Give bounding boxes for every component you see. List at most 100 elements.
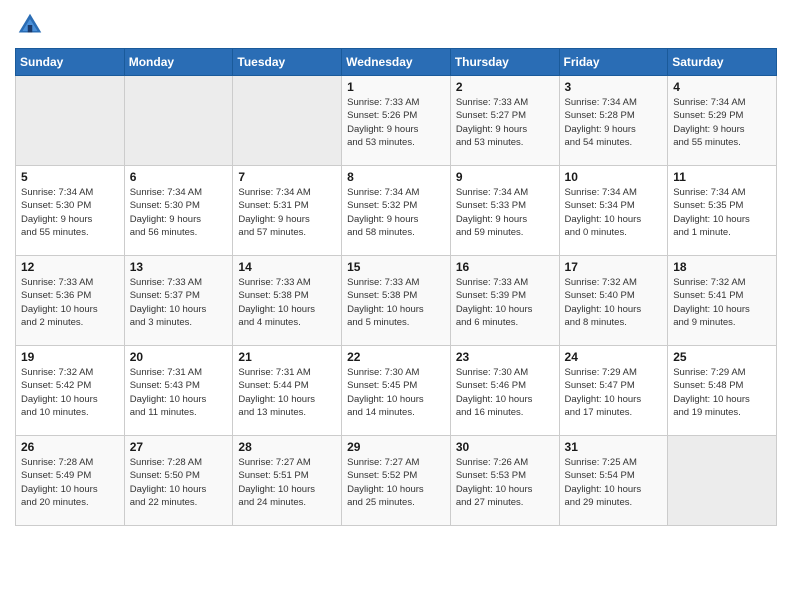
calendar-day-cell: 11 Sunrise: 7:34 AM Sunset: 5:35 PM Dayli… bbox=[668, 166, 777, 256]
day-number: 6 bbox=[130, 170, 228, 184]
day-info: Sunrise: 7:28 AM Sunset: 5:49 PM Dayligh… bbox=[21, 456, 119, 509]
day-number: 21 bbox=[238, 350, 336, 364]
day-number: 4 bbox=[673, 80, 771, 94]
day-number: 16 bbox=[456, 260, 554, 274]
calendar-day-cell: 9 Sunrise: 7:34 AM Sunset: 5:33 PM Daylig… bbox=[450, 166, 559, 256]
weekday-header: Thursday bbox=[450, 49, 559, 76]
day-info: Sunrise: 7:33 AM Sunset: 5:27 PM Dayligh… bbox=[456, 96, 554, 149]
logo bbox=[15, 10, 49, 40]
calendar-day-cell: 26 Sunrise: 7:28 AM Sunset: 5:49 PM Dayli… bbox=[16, 436, 125, 526]
calendar-week-row: 12 Sunrise: 7:33 AM Sunset: 5:36 PM Dayli… bbox=[16, 256, 777, 346]
day-number: 28 bbox=[238, 440, 336, 454]
weekday-header: Sunday bbox=[16, 49, 125, 76]
day-number: 11 bbox=[673, 170, 771, 184]
day-number: 20 bbox=[130, 350, 228, 364]
day-number: 12 bbox=[21, 260, 119, 274]
day-number: 14 bbox=[238, 260, 336, 274]
calendar-day-cell: 28 Sunrise: 7:27 AM Sunset: 5:51 PM Dayli… bbox=[233, 436, 342, 526]
weekday-header: Wednesday bbox=[342, 49, 451, 76]
day-number: 10 bbox=[565, 170, 663, 184]
calendar-day-cell: 12 Sunrise: 7:33 AM Sunset: 5:36 PM Dayli… bbox=[16, 256, 125, 346]
day-number: 2 bbox=[456, 80, 554, 94]
day-info: Sunrise: 7:27 AM Sunset: 5:51 PM Dayligh… bbox=[238, 456, 336, 509]
day-info: Sunrise: 7:26 AM Sunset: 5:53 PM Dayligh… bbox=[456, 456, 554, 509]
calendar-day-cell: 4Sunrise: 7:34 AM Sunset: 5:29 PM Daylig… bbox=[668, 76, 777, 166]
day-info: Sunrise: 7:30 AM Sunset: 5:45 PM Dayligh… bbox=[347, 366, 445, 419]
day-info: Sunrise: 7:34 AM Sunset: 5:30 PM Dayligh… bbox=[130, 186, 228, 239]
day-info: Sunrise: 7:34 AM Sunset: 5:35 PM Dayligh… bbox=[673, 186, 771, 239]
day-info: Sunrise: 7:30 AM Sunset: 5:46 PM Dayligh… bbox=[456, 366, 554, 419]
calendar-day-cell: 31Sunrise: 7:25 AM Sunset: 5:54 PM Dayli… bbox=[559, 436, 668, 526]
calendar-day-cell: 20 Sunrise: 7:31 AM Sunset: 5:43 PM Dayli… bbox=[124, 346, 233, 436]
day-info: Sunrise: 7:32 AM Sunset: 5:41 PM Dayligh… bbox=[673, 276, 771, 329]
day-info: Sunrise: 7:34 AM Sunset: 5:31 PM Dayligh… bbox=[238, 186, 336, 239]
day-info: Sunrise: 7:34 AM Sunset: 5:34 PM Dayligh… bbox=[565, 186, 663, 239]
day-number: 9 bbox=[456, 170, 554, 184]
day-number: 5 bbox=[21, 170, 119, 184]
calendar-day-cell: 13Sunrise: 7:33 AM Sunset: 5:37 PM Dayli… bbox=[124, 256, 233, 346]
calendar-week-row: 26 Sunrise: 7:28 AM Sunset: 5:49 PM Dayli… bbox=[16, 436, 777, 526]
calendar-day-cell: 25Sunrise: 7:29 AM Sunset: 5:48 PM Dayli… bbox=[668, 346, 777, 436]
day-info: Sunrise: 7:33 AM Sunset: 5:38 PM Dayligh… bbox=[238, 276, 336, 329]
weekday-header: Saturday bbox=[668, 49, 777, 76]
logo-icon bbox=[15, 10, 45, 40]
day-info: Sunrise: 7:34 AM Sunset: 5:28 PM Dayligh… bbox=[565, 96, 663, 149]
calendar-day-cell bbox=[124, 76, 233, 166]
day-info: Sunrise: 7:31 AM Sunset: 5:43 PM Dayligh… bbox=[130, 366, 228, 419]
day-info: Sunrise: 7:33 AM Sunset: 5:38 PM Dayligh… bbox=[347, 276, 445, 329]
day-info: Sunrise: 7:33 AM Sunset: 5:39 PM Dayligh… bbox=[456, 276, 554, 329]
calendar-day-cell: 3 Sunrise: 7:34 AM Sunset: 5:28 PM Daylig… bbox=[559, 76, 668, 166]
day-number: 29 bbox=[347, 440, 445, 454]
weekday-header: Monday bbox=[124, 49, 233, 76]
day-number: 15 bbox=[347, 260, 445, 274]
day-number: 8 bbox=[347, 170, 445, 184]
calendar-day-cell: 23Sunrise: 7:30 AM Sunset: 5:46 PM Dayli… bbox=[450, 346, 559, 436]
calendar-day-cell: 15 Sunrise: 7:33 AM Sunset: 5:38 PM Dayli… bbox=[342, 256, 451, 346]
calendar-day-cell: 6 Sunrise: 7:34 AM Sunset: 5:30 PM Daylig… bbox=[124, 166, 233, 256]
calendar-day-cell bbox=[16, 76, 125, 166]
day-info: Sunrise: 7:31 AM Sunset: 5:44 PM Dayligh… bbox=[238, 366, 336, 419]
day-number: 24 bbox=[565, 350, 663, 364]
header bbox=[15, 10, 777, 40]
day-info: Sunrise: 7:33 AM Sunset: 5:26 PM Dayligh… bbox=[347, 96, 445, 149]
weekday-header: Tuesday bbox=[233, 49, 342, 76]
calendar-day-cell: 22Sunrise: 7:30 AM Sunset: 5:45 PM Dayli… bbox=[342, 346, 451, 436]
day-info: Sunrise: 7:32 AM Sunset: 5:40 PM Dayligh… bbox=[565, 276, 663, 329]
calendar-week-row: 19 Sunrise: 7:32 AM Sunset: 5:42 PM Dayli… bbox=[16, 346, 777, 436]
calendar-day-cell bbox=[668, 436, 777, 526]
day-number: 26 bbox=[21, 440, 119, 454]
calendar-week-row: 5 Sunrise: 7:34 AM Sunset: 5:30 PM Daylig… bbox=[16, 166, 777, 256]
calendar-day-cell: 1Sunrise: 7:33 AM Sunset: 5:26 PM Daylig… bbox=[342, 76, 451, 166]
day-number: 27 bbox=[130, 440, 228, 454]
calendar-day-cell: 24 Sunrise: 7:29 AM Sunset: 5:47 PM Dayli… bbox=[559, 346, 668, 436]
calendar-day-cell: 18 Sunrise: 7:32 AM Sunset: 5:41 PM Dayli… bbox=[668, 256, 777, 346]
weekday-header-row: SundayMondayTuesdayWednesdayThursdayFrid… bbox=[16, 49, 777, 76]
day-info: Sunrise: 7:34 AM Sunset: 5:32 PM Dayligh… bbox=[347, 186, 445, 239]
day-info: Sunrise: 7:34 AM Sunset: 5:33 PM Dayligh… bbox=[456, 186, 554, 239]
weekday-header: Friday bbox=[559, 49, 668, 76]
day-info: Sunrise: 7:32 AM Sunset: 5:42 PM Dayligh… bbox=[21, 366, 119, 419]
day-info: Sunrise: 7:28 AM Sunset: 5:50 PM Dayligh… bbox=[130, 456, 228, 509]
calendar-day-cell: 27 Sunrise: 7:28 AM Sunset: 5:50 PM Dayli… bbox=[124, 436, 233, 526]
calendar-day-cell bbox=[233, 76, 342, 166]
day-number: 3 bbox=[565, 80, 663, 94]
day-number: 17 bbox=[565, 260, 663, 274]
page-container: SundayMondayTuesdayWednesdayThursdayFrid… bbox=[0, 0, 792, 536]
day-info: Sunrise: 7:29 AM Sunset: 5:47 PM Dayligh… bbox=[565, 366, 663, 419]
day-number: 30 bbox=[456, 440, 554, 454]
calendar-day-cell: 19 Sunrise: 7:32 AM Sunset: 5:42 PM Dayli… bbox=[16, 346, 125, 436]
day-info: Sunrise: 7:33 AM Sunset: 5:36 PM Dayligh… bbox=[21, 276, 119, 329]
day-number: 18 bbox=[673, 260, 771, 274]
calendar-day-cell: 8 Sunrise: 7:34 AM Sunset: 5:32 PM Daylig… bbox=[342, 166, 451, 256]
calendar-table: SundayMondayTuesdayWednesdayThursdayFrid… bbox=[15, 48, 777, 526]
day-number: 19 bbox=[21, 350, 119, 364]
calendar-day-cell: 5 Sunrise: 7:34 AM Sunset: 5:30 PM Daylig… bbox=[16, 166, 125, 256]
day-number: 25 bbox=[673, 350, 771, 364]
day-info: Sunrise: 7:34 AM Sunset: 5:30 PM Dayligh… bbox=[21, 186, 119, 239]
day-number: 7 bbox=[238, 170, 336, 184]
day-number: 31 bbox=[565, 440, 663, 454]
day-number: 13 bbox=[130, 260, 228, 274]
calendar-day-cell: 17 Sunrise: 7:32 AM Sunset: 5:40 PM Dayli… bbox=[559, 256, 668, 346]
calendar-day-cell: 2 Sunrise: 7:33 AM Sunset: 5:27 PM Daylig… bbox=[450, 76, 559, 166]
calendar-day-cell: 7 Sunrise: 7:34 AM Sunset: 5:31 PM Daylig… bbox=[233, 166, 342, 256]
